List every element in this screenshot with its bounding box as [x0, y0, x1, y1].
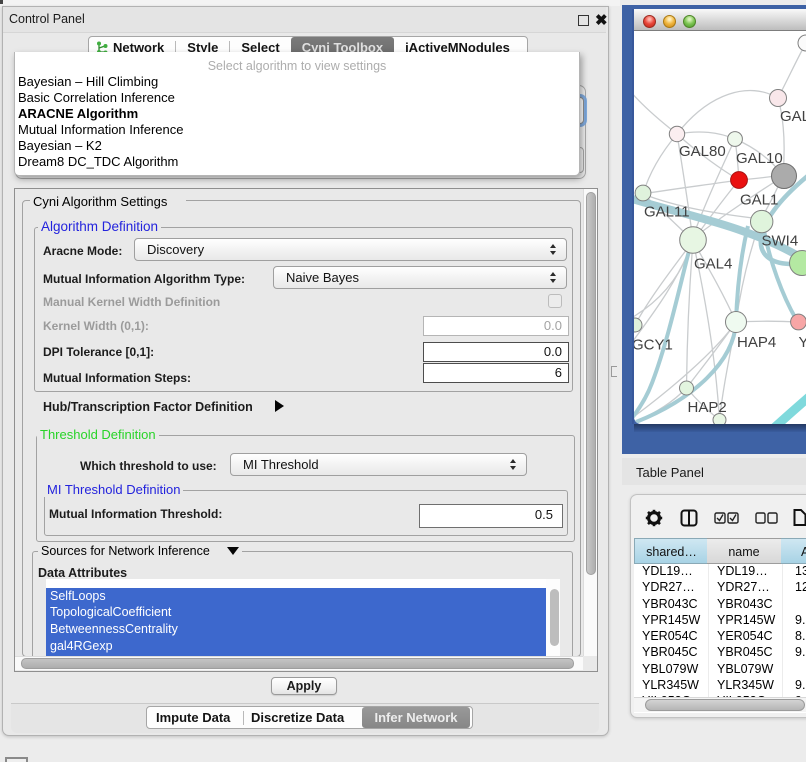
svg-text:GAL4: GAL4 [694, 256, 732, 273]
svg-text:GAL10: GAL10 [736, 150, 783, 167]
svg-text:HAP2: HAP2 [688, 399, 727, 416]
svg-text:GAL7: GAL7 [780, 108, 806, 125]
svg-text:GAL11: GAL11 [644, 204, 690, 221]
svg-text:SWI4: SWI4 [762, 233, 799, 250]
svg-text:GAL1: GAL1 [740, 192, 778, 209]
svg-text:HAP4: HAP4 [737, 334, 776, 351]
svg-text:GCY1: GCY1 [634, 337, 673, 354]
svg-text:GAL80: GAL80 [679, 143, 726, 160]
svg-text:Y: Y [799, 334, 806, 351]
